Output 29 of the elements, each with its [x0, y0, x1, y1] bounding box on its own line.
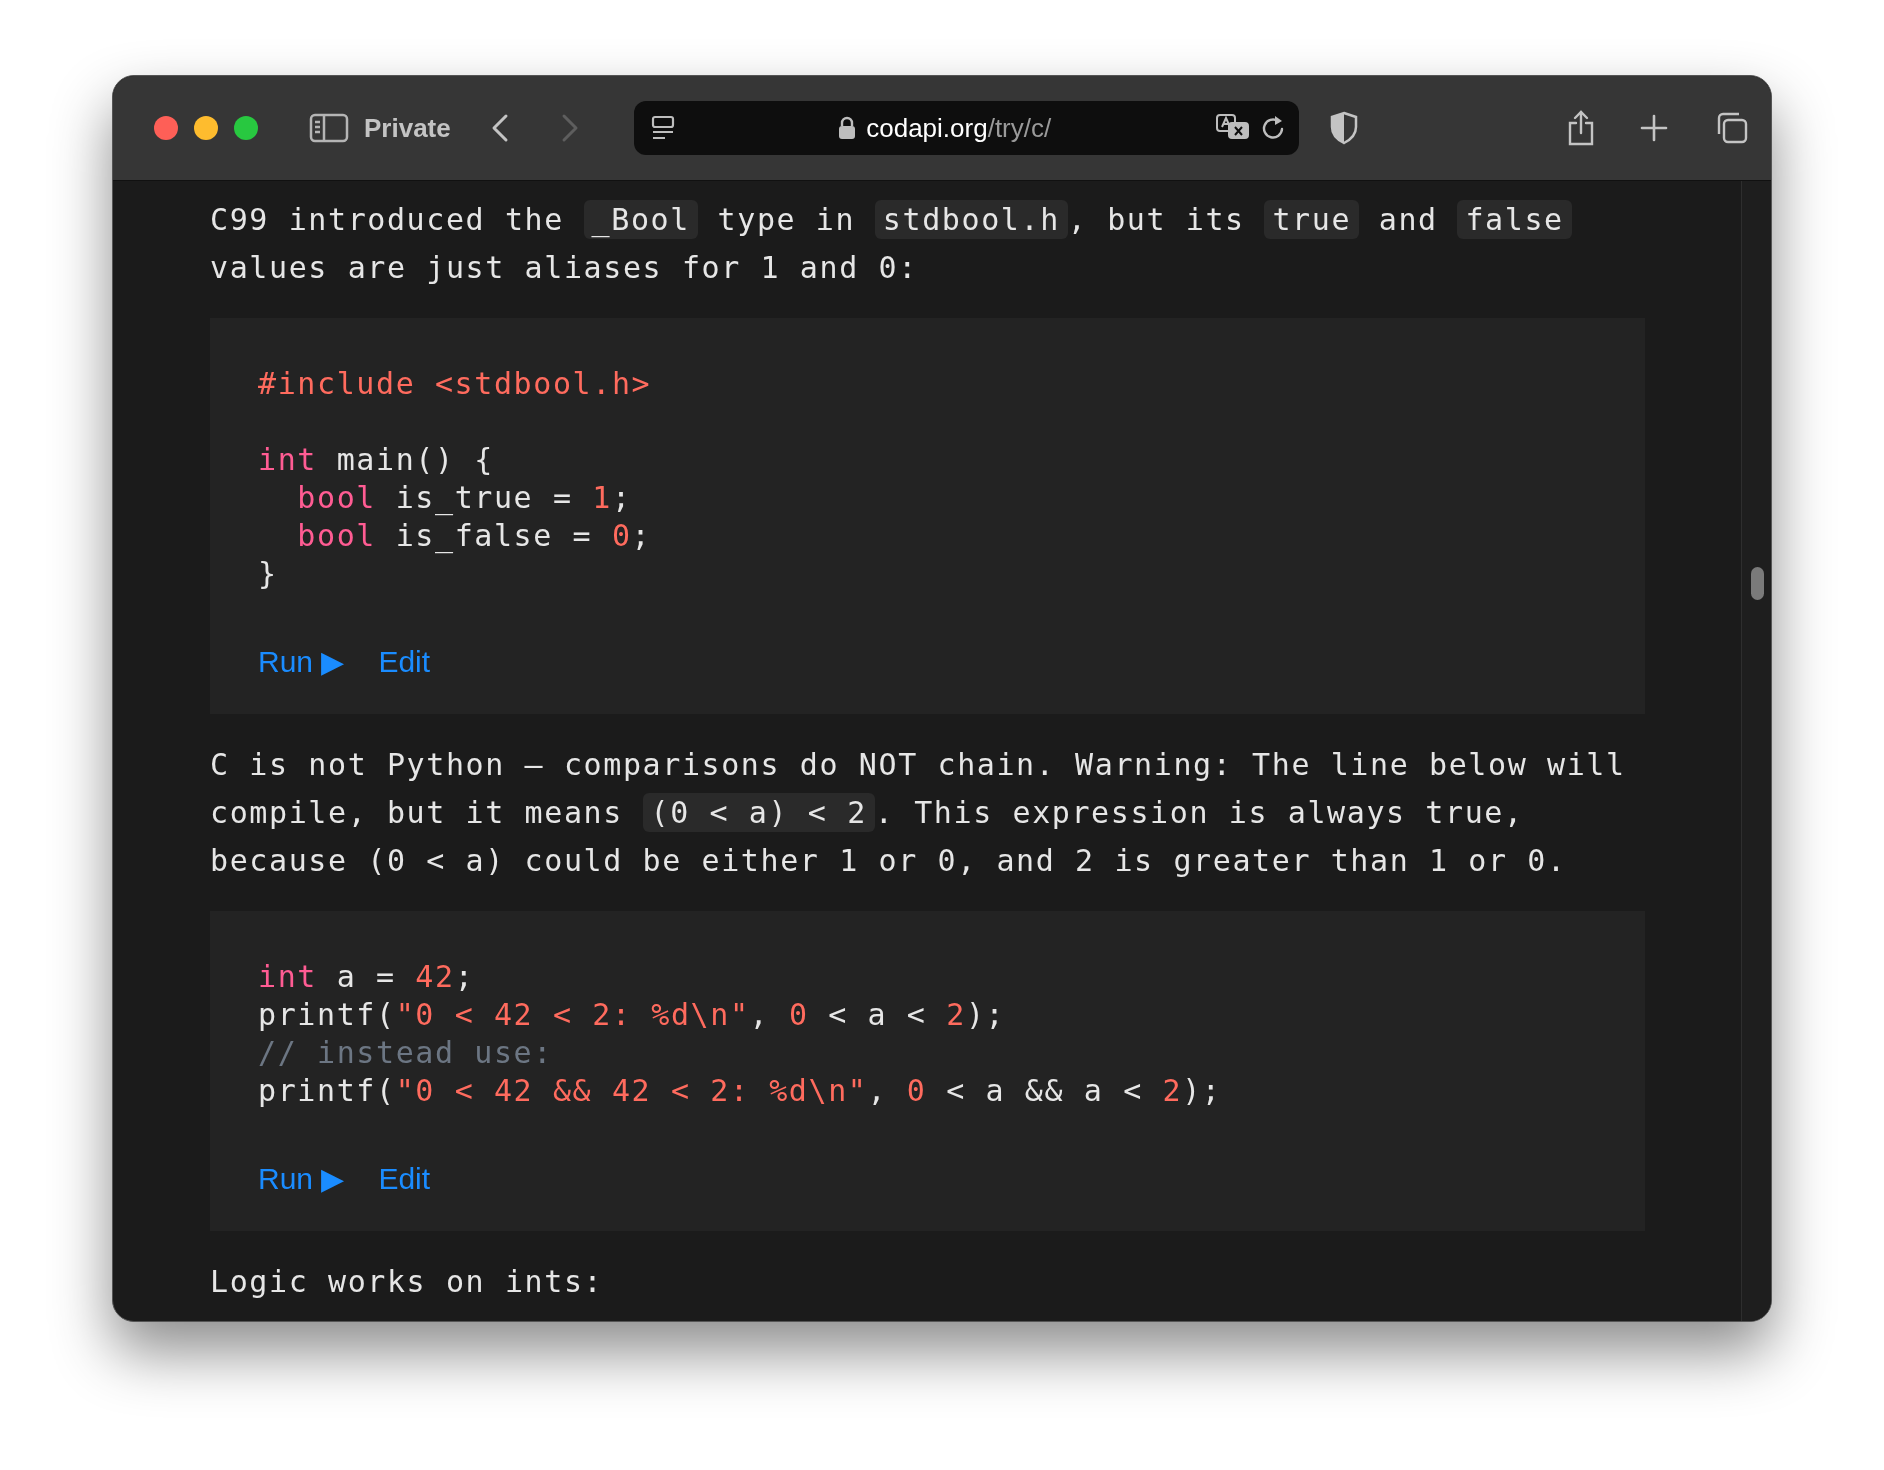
run-link[interactable]: Run ▶	[258, 642, 345, 682]
back-icon[interactable]	[490, 113, 509, 143]
shield-icon[interactable]	[1328, 111, 1359, 145]
paragraph: C is not Python — comparisons do NOT chain. Warning: The line below will compile, but it means (0 < a) < 2 . This expression is always true, because (0 < a) could be either 1 or 0, and 2 is greater than 1 or 0.	[210, 746, 1627, 880]
url-text: codapi.org/try/c/	[866, 111, 1052, 145]
code-line: bool is_false = 0;	[296, 517, 652, 555]
scrollbar-thumb[interactable]	[1751, 567, 1764, 600]
code-line: printf("0 < 42 < 2: %d\n", 0 < a < 2);	[258, 996, 1006, 1034]
page-menu-icon[interactable]	[650, 115, 675, 141]
paragraph: C99 introduced the _Bool type in stdbool.h , but its true and false values are just aliases for 1 and 0:	[210, 196, 1645, 292]
run-link[interactable]: Run ▶	[258, 1159, 345, 1199]
code-line: // instead use:	[258, 1034, 553, 1072]
edit-link[interactable]: Edit	[378, 642, 431, 682]
close-button[interactable]	[154, 116, 178, 140]
edit-link[interactable]: Edit	[378, 1159, 431, 1199]
sidebar-icon[interactable]	[309, 113, 349, 143]
code-line: }	[258, 555, 278, 593]
code-line: int a = 42;	[258, 958, 475, 996]
code-line: #include <stdbool.h>	[258, 365, 652, 403]
paragraph: Logic works on ints:	[210, 1263, 605, 1301]
minimize-button[interactable]	[194, 116, 218, 140]
code-line: bool is_true = 1;	[296, 479, 632, 517]
new-tab-icon[interactable]	[1639, 114, 1668, 142]
lock-icon	[838, 116, 857, 140]
code-line: printf("0 < 42 && 42 < 2: %d\n", 0 < a && a < 2);	[258, 1072, 1222, 1110]
zoom-button[interactable]	[234, 116, 258, 140]
private-label: Private	[364, 111, 451, 145]
address-bar[interactable]: codapi.org/try/c/	[633, 101, 1299, 155]
code-line: int main() {	[258, 441, 494, 479]
